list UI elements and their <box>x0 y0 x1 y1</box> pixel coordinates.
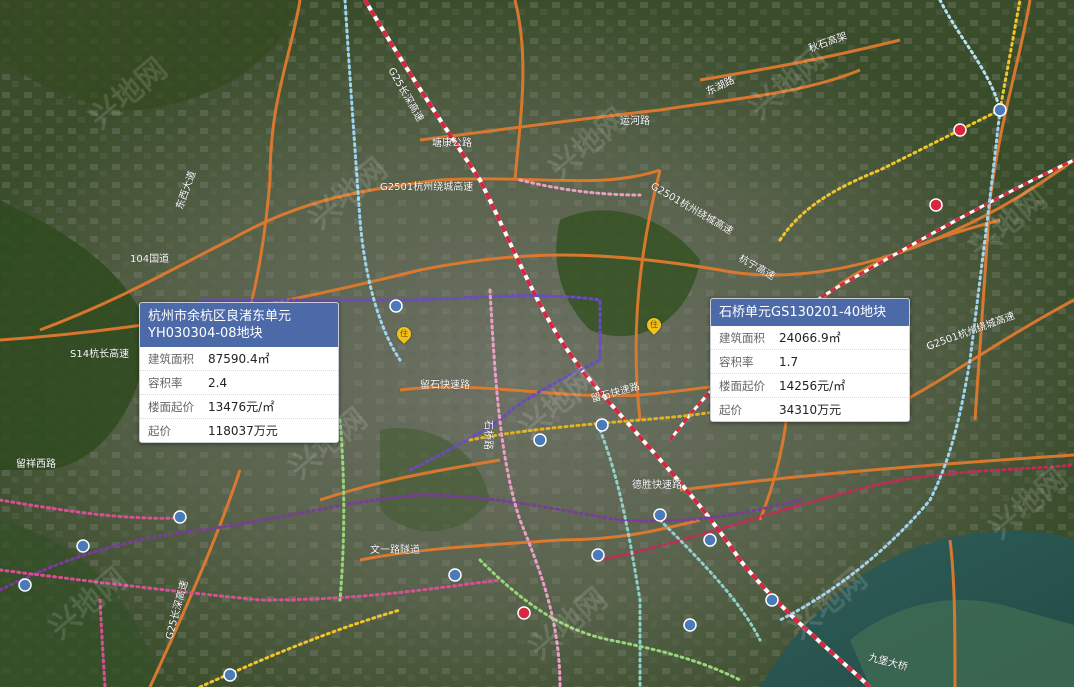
metro-station-icon <box>517 606 531 620</box>
road-label: 文一路隧道 <box>370 543 420 556</box>
row-label: 起价 <box>719 402 742 417</box>
road-label: 塘康公路 <box>432 136 472 149</box>
road-label: S14杭长高速 <box>70 347 129 360</box>
parcel-row-plot-ratio: 容积率 1.7 <box>711 350 909 374</box>
metro-station-icon <box>683 618 697 632</box>
metro-station-icon <box>18 578 32 592</box>
row-label: 起价 <box>148 423 171 438</box>
row-label: 容积率 <box>719 354 754 369</box>
pin-label: 住 <box>650 320 658 329</box>
row-value: 87590.4㎡ <box>208 352 270 366</box>
row-label: 楼面起价 <box>148 399 194 414</box>
row-value: 1.7 <box>779 354 799 369</box>
parcel-row-floor-area: 建筑面积 24066.9㎡ <box>711 326 909 350</box>
row-label: 楼面起价 <box>719 378 765 393</box>
road-label: G2501杭州绕城高速 <box>380 180 473 193</box>
parcel-row-start-price: 起价 34310万元 <box>711 398 909 421</box>
row-value: 34310万元 <box>779 403 842 417</box>
row-value: 24066.9㎡ <box>779 331 841 345</box>
pin-label: 住 <box>400 329 408 338</box>
metro-station-icon <box>389 299 403 313</box>
metro-station-icon <box>953 123 967 137</box>
parcel-info-popup[interactable]: 石桥单元GS130201-40地块 建筑面积 24066.9㎡ 容积率 1.7 … <box>710 298 910 422</box>
metro-station-icon <box>76 539 90 553</box>
parcel-row-floor-price: 楼面起价 14256元/㎡ <box>711 374 909 398</box>
parcel-row-plot-ratio: 容积率 2.4 <box>140 371 338 395</box>
metro-station-icon <box>591 548 605 562</box>
row-label: 建筑面积 <box>148 351 194 366</box>
parcel-title-line: YH030304-08地块 <box>148 326 263 341</box>
metro-station-icon <box>703 533 717 547</box>
parcel-title: 杭州市余杭区良渚东单元 YH030304-08地块 <box>140 303 338 347</box>
metro-station-icon <box>595 418 609 432</box>
row-label: 容积率 <box>148 375 183 390</box>
road-label: 留祥西路 <box>16 457 56 470</box>
metro-station-icon <box>223 668 237 682</box>
row-value: 118037万元 <box>208 424 278 438</box>
road-label: 留石快速路 <box>420 378 470 391</box>
parcel-title: 石桥单元GS130201-40地块 <box>711 299 909 326</box>
parcel-title-line: 石桥单元GS130201-40地块 <box>719 305 887 320</box>
parcel-row-floor-price: 楼面起价 13476元/㎡ <box>140 395 338 419</box>
road-label: 石桥路 <box>482 420 495 450</box>
metro-station-icon <box>765 593 779 607</box>
row-label: 建筑面积 <box>719 330 765 345</box>
residential-pin-icon[interactable]: 住 <box>394 324 414 344</box>
road-label: 德胜快速路 <box>632 478 682 491</box>
parcel-row-floor-area: 建筑面积 87590.4㎡ <box>140 347 338 371</box>
row-value: 13476元/㎡ <box>208 400 275 414</box>
residential-pin-icon[interactable]: 住 <box>644 315 664 335</box>
parcel-title-line: 杭州市余杭区良渚东单元 <box>148 309 292 324</box>
parcel-info-popup[interactable]: 杭州市余杭区良渚东单元 YH030304-08地块 建筑面积 87590.4㎡ … <box>139 302 339 443</box>
metro-station-icon <box>929 198 943 212</box>
parcel-row-start-price: 起价 118037万元 <box>140 419 338 442</box>
row-value: 14256元/㎡ <box>779 379 846 393</box>
row-value: 2.4 <box>208 375 228 390</box>
metro-station-icon <box>173 510 187 524</box>
metro-station-icon <box>448 568 462 582</box>
metro-station-icon <box>993 103 1007 117</box>
road-label: 104国道 <box>130 252 169 265</box>
metro-station-icon <box>653 508 667 522</box>
